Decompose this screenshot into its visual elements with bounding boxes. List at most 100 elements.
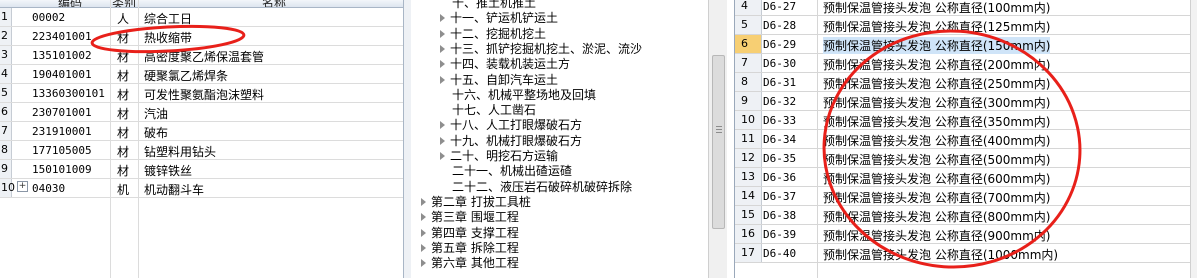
table-row[interactable]: 1 00002 人综合工日	[0, 8, 403, 27]
norm-name: 预制保温管接头发泡 公称直径(600mm内)	[823, 172, 1051, 186]
tree-node-label: 第六章 其他工程	[431, 256, 519, 271]
norm-code: D6-27	[763, 0, 797, 13]
table-row[interactable]: 5 13360300101 材可发性聚氨酯泡沫塑料	[0, 84, 403, 103]
row-number: 12	[735, 149, 762, 167]
expand-arrow-icon[interactable]	[440, 152, 445, 160]
expand-arrow-icon[interactable]	[440, 136, 445, 145]
table-row[interactable]: 3 135101002 材高密度聚乙烯保温套管	[0, 46, 403, 65]
table-row[interactable]: 6 230701001 材汽油	[0, 103, 403, 122]
material-code: 150101009	[32, 163, 92, 176]
norm-row[interactable]: 14 D6-37 预制保温管接头发泡 公称直径(700mm内)	[735, 187, 1197, 206]
norm-code: D6-32	[763, 95, 797, 108]
expand-arrow-icon[interactable]	[421, 197, 426, 206]
row-number: 5	[0, 84, 12, 102]
norm-row[interactable]: 5 D6-28 预制保温管接头发泡 公称直径(125mm内)	[735, 16, 1197, 35]
header-name[interactable]: 名称	[262, 0, 286, 7]
norm-row[interactable]: 13 D6-36 预制保温管接头发泡 公称直径(600mm内)	[735, 168, 1197, 187]
row-number: 6	[735, 35, 762, 53]
tree-node-label: 十九、机械打眼爆破石方	[450, 133, 583, 148]
material-name: 硬聚氯乙烯焊条	[144, 69, 229, 83]
column-divider	[138, 0, 139, 278]
row-number: 7	[735, 54, 762, 72]
row-number: 4	[0, 65, 12, 83]
norm-row[interactable]: 9 D6-32 预制保温管接头发泡 公称直径(300mm内)	[735, 92, 1197, 111]
row-number: 13	[735, 168, 762, 186]
material-type: 材	[117, 31, 130, 45]
tree-node[interactable]: 第六章 其他工程	[421, 254, 519, 271]
material-code: 13360300101	[32, 87, 105, 100]
norm-name: 预制保温管接头发泡 公称直径(250mm内)	[823, 77, 1051, 91]
material-code: 04030	[32, 182, 66, 195]
material-type: 材	[117, 50, 130, 64]
expand-arrow-icon[interactable]	[440, 75, 445, 84]
table-row[interactable]: 10 +04030 机机动翻斗车	[0, 179, 403, 198]
table-row[interactable]: 7 231910001 材破布	[0, 122, 403, 141]
table-row[interactable]: 4 190401001 材硬聚氯乙烯焊条	[0, 65, 403, 84]
row-number: 5	[735, 16, 762, 34]
norm-name: 预制保温管接头发泡 公称直径(800mm内)	[823, 210, 1051, 224]
expand-arrow-icon[interactable]	[440, 44, 445, 53]
row-number: 2	[0, 27, 12, 45]
material-type: 材	[117, 126, 130, 140]
norm-code: D6-37	[763, 190, 797, 203]
expand-arrow-icon[interactable]	[421, 259, 426, 268]
header-code[interactable]: 编码	[58, 0, 82, 7]
tree-scrollbar[interactable]	[708, 0, 727, 278]
tree-node-label: 十五、自卸汽车运土	[450, 72, 559, 87]
material-name: 高密度聚乙烯保温套管	[144, 50, 265, 64]
expand-arrow-icon[interactable]	[421, 213, 426, 222]
norm-row[interactable]: 11 D6-34 预制保温管接头发泡 公称直径(400mm内)	[735, 130, 1197, 149]
row-number: 6	[0, 103, 12, 121]
norm-row[interactable]: 6 D6-29 预制保温管接头发泡 公称直径(150mm内)	[735, 35, 1197, 54]
scrollbar-thumb[interactable]	[712, 55, 725, 229]
right-edge-scroll[interactable]	[1190, 0, 1197, 278]
norm-row[interactable]: 10 D6-33 预制保温管接头发泡 公称直径(350mm内)	[735, 111, 1197, 130]
row-number: 1	[0, 8, 12, 26]
norm-code: D6-33	[763, 114, 797, 127]
material-name: 综合工日	[144, 12, 193, 26]
table-row[interactable]: 2 223401001 材热收缩带	[0, 27, 403, 46]
norm-row[interactable]: 12 D6-35 预制保温管接头发泡 公称直径(500mm内)	[735, 149, 1197, 168]
norm-name: 预制保温管接头发泡 公称直径(900mm内)	[823, 229, 1051, 243]
norm-code: D6-31	[763, 76, 797, 89]
expand-arrow-icon[interactable]	[440, 121, 445, 130]
norm-row[interactable]: 7 D6-30 预制保温管接头发泡 公称直径(200mm内)	[735, 54, 1197, 73]
row-number: 7	[0, 122, 12, 140]
tree-node-label: 第五章 拆除工程	[431, 240, 519, 255]
expand-arrow-icon[interactable]	[440, 14, 445, 23]
tree-node-label: 第四章 支撑工程	[431, 225, 519, 240]
expand-arrow-icon[interactable]	[421, 243, 426, 252]
material-code: 135101002	[32, 49, 92, 62]
norm-name: 预制保温管接头发泡 公称直径(200mm内)	[823, 58, 1051, 72]
row-number: 17	[735, 244, 762, 262]
header-type[interactable]: 类别	[112, 0, 136, 7]
material-code: 231910001	[32, 125, 92, 138]
material-code: 00002	[32, 11, 66, 24]
norms-table: 4 D6-27 预制保温管接头发泡 公称直径(100mm内) 5 D6-28 预制保温管接…	[734, 0, 1197, 278]
row-number: 4	[735, 0, 762, 15]
norm-name: 预制保温管接头发泡 公称直径(125mm内)	[823, 20, 1051, 34]
norm-row[interactable]: 15 D6-38 预制保温管接头发泡 公称直径(800mm内)	[735, 206, 1197, 225]
norm-row[interactable]: 16 D6-39 预制保温管接头发泡 公称直径(900mm内)	[735, 225, 1197, 244]
norm-row[interactable]: 4 D6-27 预制保温管接头发泡 公称直径(100mm内)	[735, 0, 1197, 16]
grip-icon	[716, 126, 722, 127]
table-row[interactable]: 9 150101009 材镀锌铁丝	[0, 160, 403, 179]
material-name: 热收缩带	[144, 31, 193, 45]
material-type: 人	[117, 12, 130, 26]
norm-row[interactable]: 8 D6-31 预制保温管接头发泡 公称直径(250mm内)	[735, 73, 1197, 92]
expand-arrow-icon[interactable]	[421, 228, 426, 237]
norm-code: D6-29	[763, 38, 797, 51]
expand-arrow-icon[interactable]	[440, 60, 445, 69]
material-code: 177105005	[32, 144, 92, 157]
expand-plus-icon[interactable]: +	[17, 181, 28, 192]
expand-arrow-icon[interactable]	[440, 29, 445, 38]
norm-code: D6-28	[763, 19, 797, 32]
row-number: 16	[735, 225, 762, 243]
row-number: 8	[0, 141, 12, 159]
material-code: 230701001	[32, 106, 92, 119]
table-row[interactable]: 8 177105005 材钻塑料用钻头	[0, 141, 403, 160]
norm-row[interactable]: 17 D6-40 预制保温管接头发泡 公称直径(1000mm内)	[735, 244, 1197, 263]
material-code: 190401001	[32, 68, 92, 81]
tree-node-label: 十三、抓铲挖掘机挖土、淤泥、流沙	[450, 41, 643, 56]
column-divider	[817, 0, 818, 278]
